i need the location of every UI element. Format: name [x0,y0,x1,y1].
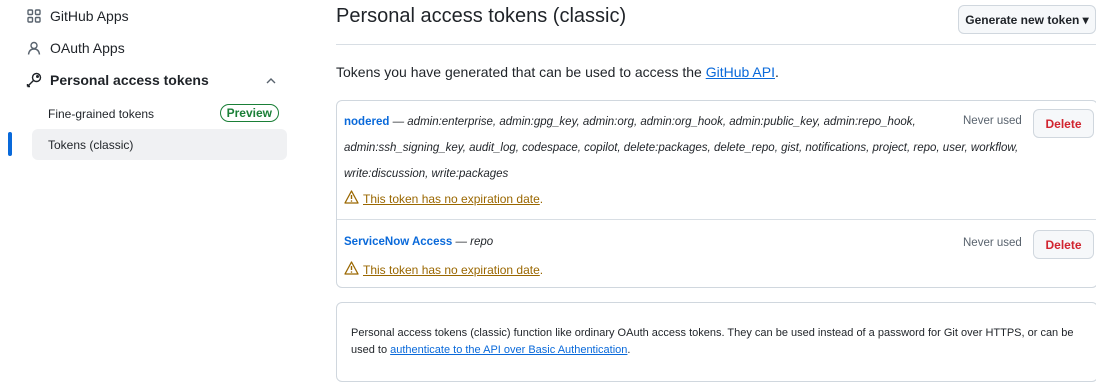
preview-badge: Preview [219,104,279,122]
intro-text: Tokens you have generated that can be us… [336,64,779,80]
sidebar-item-label: OAuth Apps [50,40,125,56]
tokens-list: nodered — admin:enterprise, admin:gpg_ke… [336,100,1096,288]
divider [336,44,1096,45]
token-last-used: Never used [963,237,1022,249]
sidebar-item-label: Personal access tokens [50,72,209,88]
sidebar-subitem-label: Tokens (classic) [48,137,134,152]
token-row: nodered — admin:enterprise, admin:gpg_ke… [337,101,1096,219]
apps-grid-icon [26,8,42,24]
chevron-up-icon[interactable] [264,74,278,88]
intro-text-end: . [774,64,779,80]
token-scopes: nodered — admin:enterprise, admin:gpg_ke… [344,109,1024,187]
token-name-link[interactable]: nodered [344,116,389,128]
info-text: Personal access tokens (classic) functio… [351,325,1086,359]
token-row: ServiceNow Access — repo This token has … [337,220,1096,288]
sidebar-item-github-apps[interactable]: GitHub Apps [26,8,129,24]
sidebar-item-oauth-apps[interactable]: OAuth Apps [26,40,125,56]
intro-text-body: Tokens you have generated that can be us… [336,64,706,80]
token-scope-list: — admin:enterprise, admin:gpg_key, admin… [344,116,1019,180]
expiration-warning-link[interactable]: This token has no expiration date [363,263,540,277]
warning-end: . [539,191,544,206]
expiration-warning: This token has no expiration date. [344,190,543,207]
sidebar-subitem-fine-grained-tokens[interactable]: Fine-grained tokens Preview [32,98,287,129]
settings-sidebar: GitHub Apps OAuth Apps Personal access t… [0,0,296,369]
info-text-end: . [627,344,631,356]
delete-token-button[interactable]: Delete [1033,230,1094,259]
github-api-link[interactable]: GitHub API [706,64,775,80]
sidebar-item-personal-access-tokens[interactable]: Personal access tokens [26,72,209,88]
expiration-warning-link[interactable]: This token has no expiration date [363,192,540,206]
warning-end: . [539,262,544,277]
token-name-link[interactable]: ServiceNow Access [344,236,452,248]
info-box: Personal access tokens (classic) functio… [336,302,1096,382]
basic-auth-link[interactable]: authenticate to the API over Basic Authe… [390,344,627,356]
selected-indicator [8,132,12,156]
sidebar-item-label: GitHub Apps [50,8,129,24]
sidebar-subitem-tokens-classic[interactable]: Tokens (classic) [32,129,287,160]
token-last-used: Never used [963,115,1022,127]
alert-icon [344,261,359,278]
page-title: Personal access tokens (classic) [336,5,627,27]
alert-icon [344,190,359,207]
person-icon [26,40,42,56]
sidebar-subitem-label: Fine-grained tokens [48,106,155,121]
delete-token-button[interactable]: Delete [1033,109,1094,138]
generate-new-token-button[interactable]: Generate new token ▾ [958,5,1096,34]
token-scopes: ServiceNow Access — repo [344,229,1024,255]
key-icon [26,72,42,88]
token-scope-list: — repo [455,236,494,248]
expiration-warning: This token has no expiration date. [344,261,543,278]
